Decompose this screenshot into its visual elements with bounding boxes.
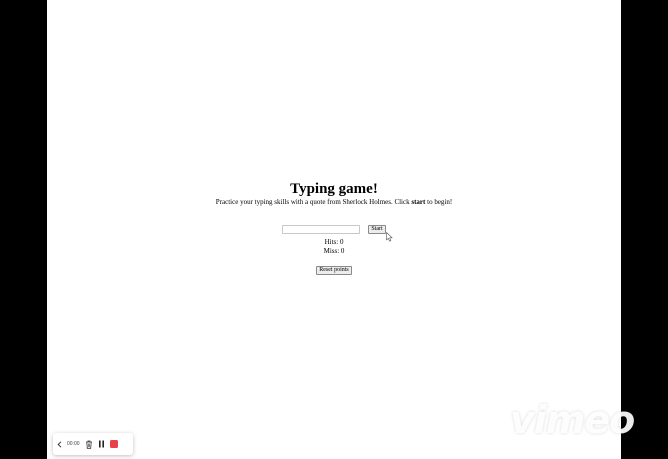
intro-text-start: Practice your typing skills with a quote… <box>215 198 412 206</box>
miss-count: 0 <box>340 246 345 255</box>
screen-recorder-toolbar: 00:00 <box>53 433 133 455</box>
intro-text: Practice your typing skills with a quote… <box>47 198 621 207</box>
hits-line: Hits: 0 <box>47 238 621 247</box>
reset-wrap: Reset points <box>47 258 621 276</box>
start-button[interactable]: Start <box>368 224 386 234</box>
intro-text-end: to begin! <box>425 198 453 206</box>
browser-page: Typing game! Practice your typing skills… <box>47 0 621 459</box>
input-row: Start <box>47 224 621 234</box>
chevron-left-icon[interactable] <box>57 440 62 448</box>
miss-label: Miss: <box>323 246 341 255</box>
miss-line: Miss: 0 <box>47 247 621 256</box>
pause-icon[interactable] <box>98 440 105 448</box>
stop-icon[interactable] <box>109 440 118 448</box>
typing-input[interactable] <box>282 224 361 234</box>
recording-timer: 00:00 <box>67 441 80 447</box>
trash-icon[interactable] <box>85 440 93 449</box>
reset-points-button[interactable]: Reset points <box>316 266 352 275</box>
hits-label: Hits: <box>324 238 340 246</box>
intro-text-bold: start <box>411 198 426 206</box>
hits-count: 0 <box>339 238 344 246</box>
page-title: Typing game! <box>290 181 378 197</box>
typing-game: Typing game! Practice your typing skills… <box>47 181 621 276</box>
vimeo-watermark: vimeo <box>510 398 635 442</box>
mouse-cursor-icon <box>386 232 393 242</box>
score-panel: Hits: 0 Miss: 0 <box>47 238 621 255</box>
